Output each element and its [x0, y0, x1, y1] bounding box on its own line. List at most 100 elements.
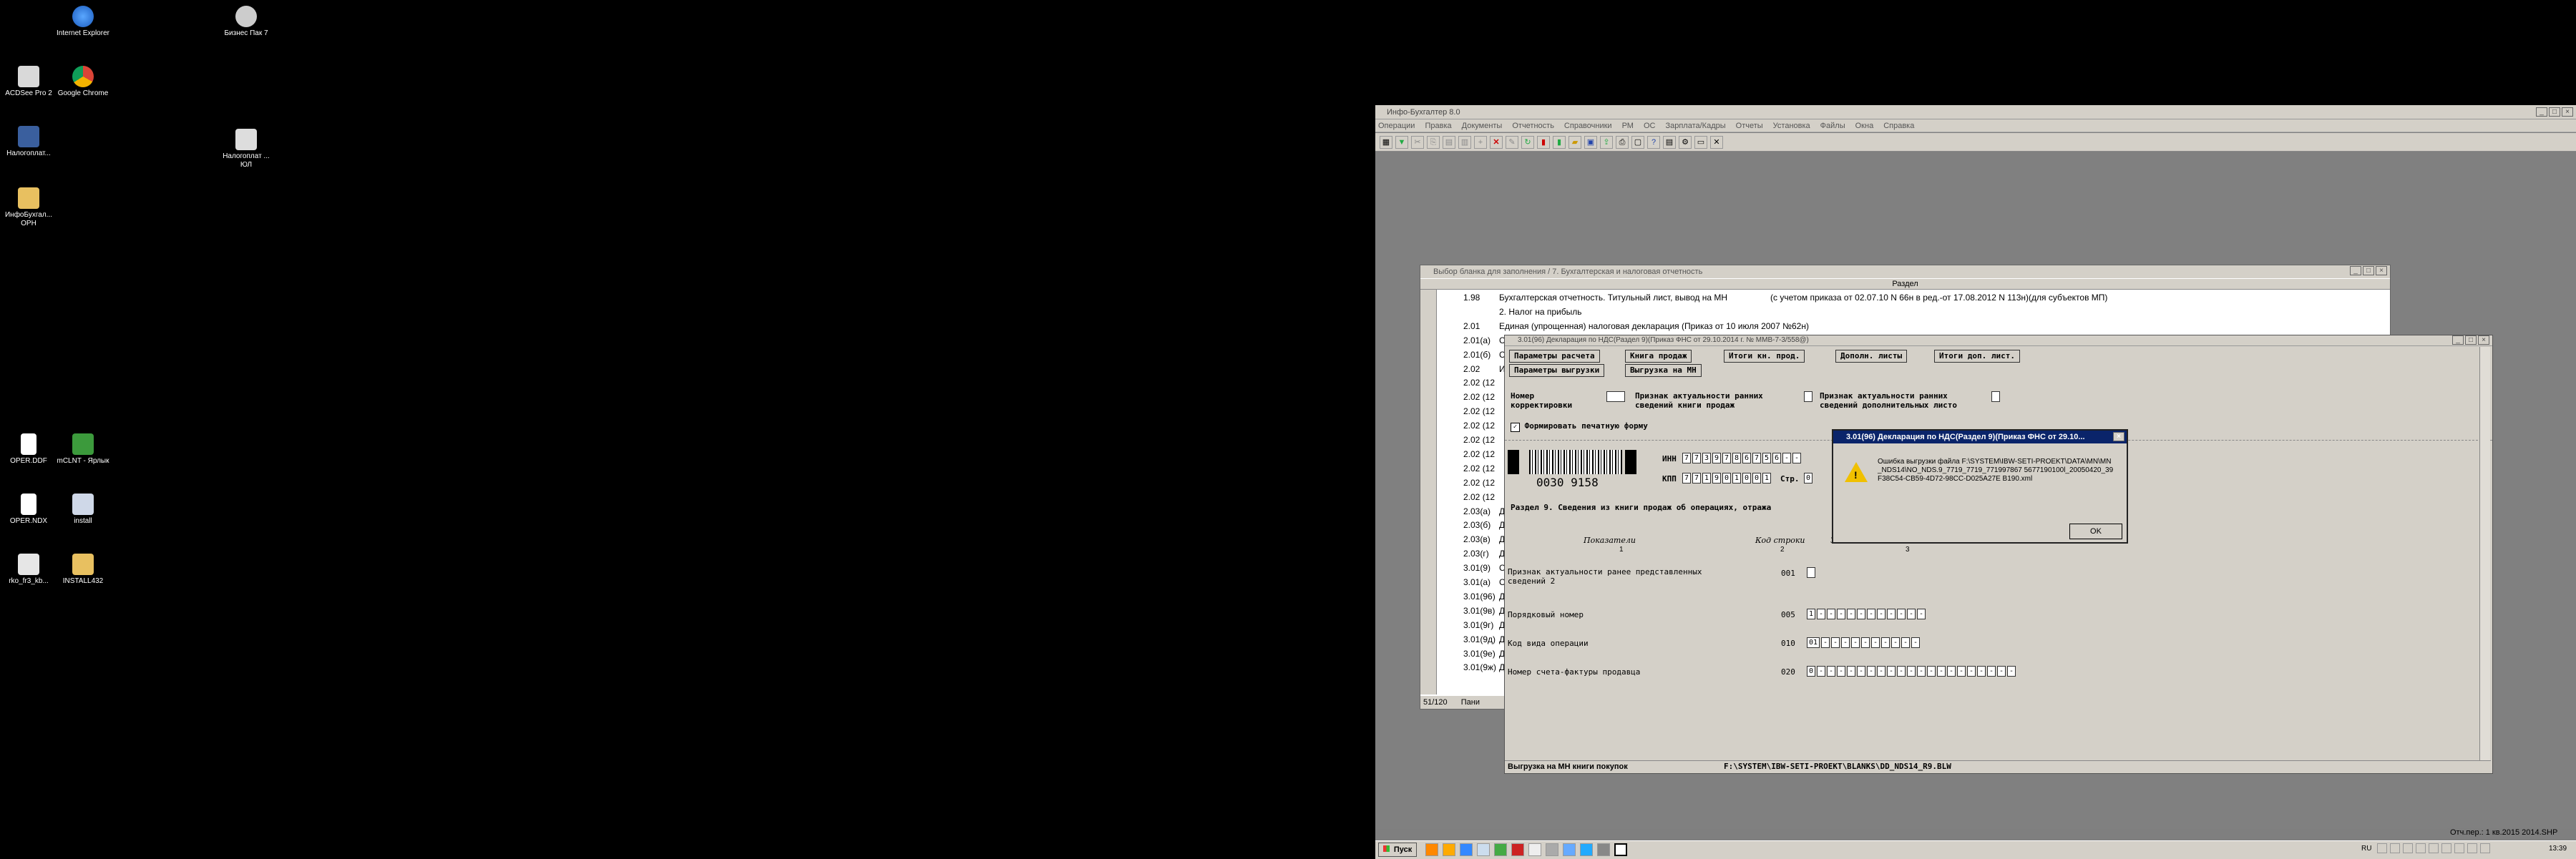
menu-item[interactable]: ОС	[1644, 119, 1656, 132]
empty-cell[interactable]: -	[1911, 637, 1921, 648]
desktop-icon-ie[interactable]: Internet Explorer	[56, 6, 110, 38]
menu-item[interactable]: Установка	[1773, 119, 1810, 132]
tab-sales-book[interactable]: Книга продаж	[1625, 350, 1692, 363]
minimize-button[interactable]: _	[2350, 266, 2361, 275]
pdf-icon[interactable]: ▮	[1537, 135, 1550, 149]
firefox-icon[interactable]	[1425, 843, 1438, 856]
extra-sign-field[interactable]	[1991, 391, 2000, 402]
digit-cell[interactable]: 7	[1692, 473, 1701, 484]
help-icon[interactable]: ?	[1647, 135, 1660, 149]
grid-icon[interactable]: ▦	[1380, 135, 1392, 149]
digit-cell[interactable]: 0	[1722, 473, 1731, 484]
digit-cell[interactable]: 5	[1762, 453, 1771, 463]
tab-extra-sheets[interactable]: Дополн. листы	[1835, 350, 1908, 363]
close-button[interactable]: ×	[2478, 335, 2489, 345]
empty-cell[interactable]: -	[1881, 637, 1890, 648]
minimize-button[interactable]: _	[2452, 335, 2464, 345]
digit-cell[interactable]: 3	[1702, 453, 1711, 463]
close-button[interactable]: ×	[2562, 107, 2573, 117]
tab-extra-totals[interactable]: Итоги доп. лист.	[1934, 350, 2020, 363]
empty-cell[interactable]: -	[1977, 666, 1986, 677]
close-button[interactable]: ×	[2376, 266, 2387, 275]
empty-cell[interactable]: -	[1897, 666, 1906, 677]
empty-cell[interactable]: -	[1987, 666, 1996, 677]
tray-icon[interactable]	[2454, 843, 2464, 853]
empty-cell[interactable]: -	[1857, 609, 1866, 619]
menu-item[interactable]: Справочники	[1564, 119, 1612, 132]
print-icon[interactable]: ⎙	[1616, 135, 1629, 149]
empty-cell[interactable]: -	[1927, 666, 1936, 677]
empty-cell[interactable]: -	[1847, 609, 1856, 619]
tray-icon[interactable]	[2441, 843, 2451, 853]
empty-cell[interactable]: -	[1817, 609, 1826, 619]
empty-cell[interactable]: -	[1871, 637, 1880, 648]
menu-item[interactable]: Отчетность	[1512, 119, 1554, 132]
digit-cell[interactable]: 7	[1692, 453, 1701, 463]
digit-cell[interactable]: 8	[1732, 453, 1741, 463]
digit-cell[interactable]: 9	[1712, 453, 1721, 463]
digit-cell[interactable]: 9	[1712, 473, 1721, 484]
empty-cell[interactable]: -	[1847, 666, 1856, 677]
maximize-button[interactable]: □	[2549, 107, 2560, 117]
empty-cell[interactable]: -	[1937, 666, 1946, 677]
section-row[interactable]: 1.98 Бухгалтерская отчетность. Титульный …	[1463, 291, 2107, 304]
empty-cell[interactable]: -	[1857, 666, 1866, 677]
empty-cell[interactable]: -	[1907, 666, 1916, 677]
desktop-icon-taxpayer[interactable]: Налогоплат...	[1, 126, 56, 158]
invoice-number-cells[interactable]: 0--------------------	[1807, 666, 2017, 677]
empty-cell[interactable]: -	[1907, 609, 1916, 619]
value-cell[interactable]: 01	[1807, 637, 1820, 648]
correction-number-field[interactable]	[1606, 391, 1625, 402]
page-field[interactable]: 0	[1804, 473, 1813, 484]
menu-item[interactable]: Правка	[1425, 119, 1451, 132]
digit-cell[interactable]: 7	[1682, 473, 1691, 484]
skype-icon[interactable]	[1580, 843, 1593, 856]
empty-cell[interactable]: -	[1997, 666, 2006, 677]
excel-icon[interactable]: ▮	[1553, 135, 1566, 149]
empty-cell[interactable]: -	[1827, 609, 1836, 619]
desktop-icon-rko[interactable]: rko_fr3_kb...	[1, 554, 56, 586]
minimize-button[interactable]: _	[2536, 107, 2547, 117]
empty-cell[interactable]: -	[1877, 666, 1886, 677]
chrome-icon[interactable]	[1494, 843, 1507, 856]
copy-icon[interactable]: ⎘	[1427, 135, 1440, 149]
menu-item[interactable]: Справка	[1883, 119, 1914, 132]
tray-icon[interactable]	[2377, 843, 2387, 853]
tab-export-params[interactable]: Параметры выгрузки	[1509, 364, 1605, 377]
menu-item[interactable]: Зарплата/Кадры	[1665, 119, 1725, 132]
empty-cell[interactable]: -	[1877, 609, 1886, 619]
empty-cell[interactable]: -	[1821, 637, 1830, 648]
empty-cell[interactable]: -	[1917, 609, 1926, 619]
paste-icon[interactable]: ▤	[1443, 135, 1455, 149]
desktop-icon-oper-ndx[interactable]: OPER.NDX	[1, 494, 56, 526]
empty-cell[interactable]: -	[1887, 609, 1896, 619]
digit-cell[interactable]: 0	[1752, 473, 1761, 484]
empty-cell[interactable]: -	[1837, 666, 1846, 677]
tray-icon[interactable]	[2390, 843, 2400, 853]
opera-icon[interactable]	[1511, 843, 1524, 856]
open-folder-icon[interactable]: ▰	[1568, 135, 1581, 149]
digit-cell[interactable]: 1	[1702, 473, 1711, 484]
desktop-icon-infobuh[interactable]: ИнфоБухгал... ОРН	[1, 187, 56, 228]
app-icon[interactable]	[1563, 843, 1576, 856]
digit-cell[interactable]: 1	[1762, 473, 1771, 484]
empty-cell[interactable]: -	[1947, 666, 1956, 677]
menu-item[interactable]: Документы	[1462, 119, 1503, 132]
empty-cell[interactable]: -	[2007, 666, 2016, 677]
desktop-icon-chrome[interactable]: Google Chrome	[56, 66, 110, 98]
maximize-button[interactable]: □	[2363, 266, 2374, 275]
close-window-icon[interactable]: ✕	[1710, 135, 1723, 149]
filter-icon[interactable]: ▼	[1395, 135, 1408, 149]
empty-cell[interactable]: -	[1901, 637, 1911, 648]
tray-icon[interactable]	[2403, 843, 2413, 853]
menu-item[interactable]: Отчеты	[1736, 119, 1763, 132]
app-icon[interactable]	[1528, 843, 1541, 856]
digit-cell[interactable]: 1	[1732, 473, 1741, 484]
empty-cell[interactable]: -	[1917, 666, 1926, 677]
vertical-scrollbar[interactable]	[2479, 347, 2490, 762]
empty-cell[interactable]: -	[1957, 666, 1966, 677]
empty-cell[interactable]: -	[1867, 666, 1876, 677]
digit-cell[interactable]: -	[1792, 453, 1801, 463]
sequence-number-cells[interactable]: 1-----------	[1807, 609, 1927, 619]
tray-icon[interactable]	[2429, 843, 2439, 853]
